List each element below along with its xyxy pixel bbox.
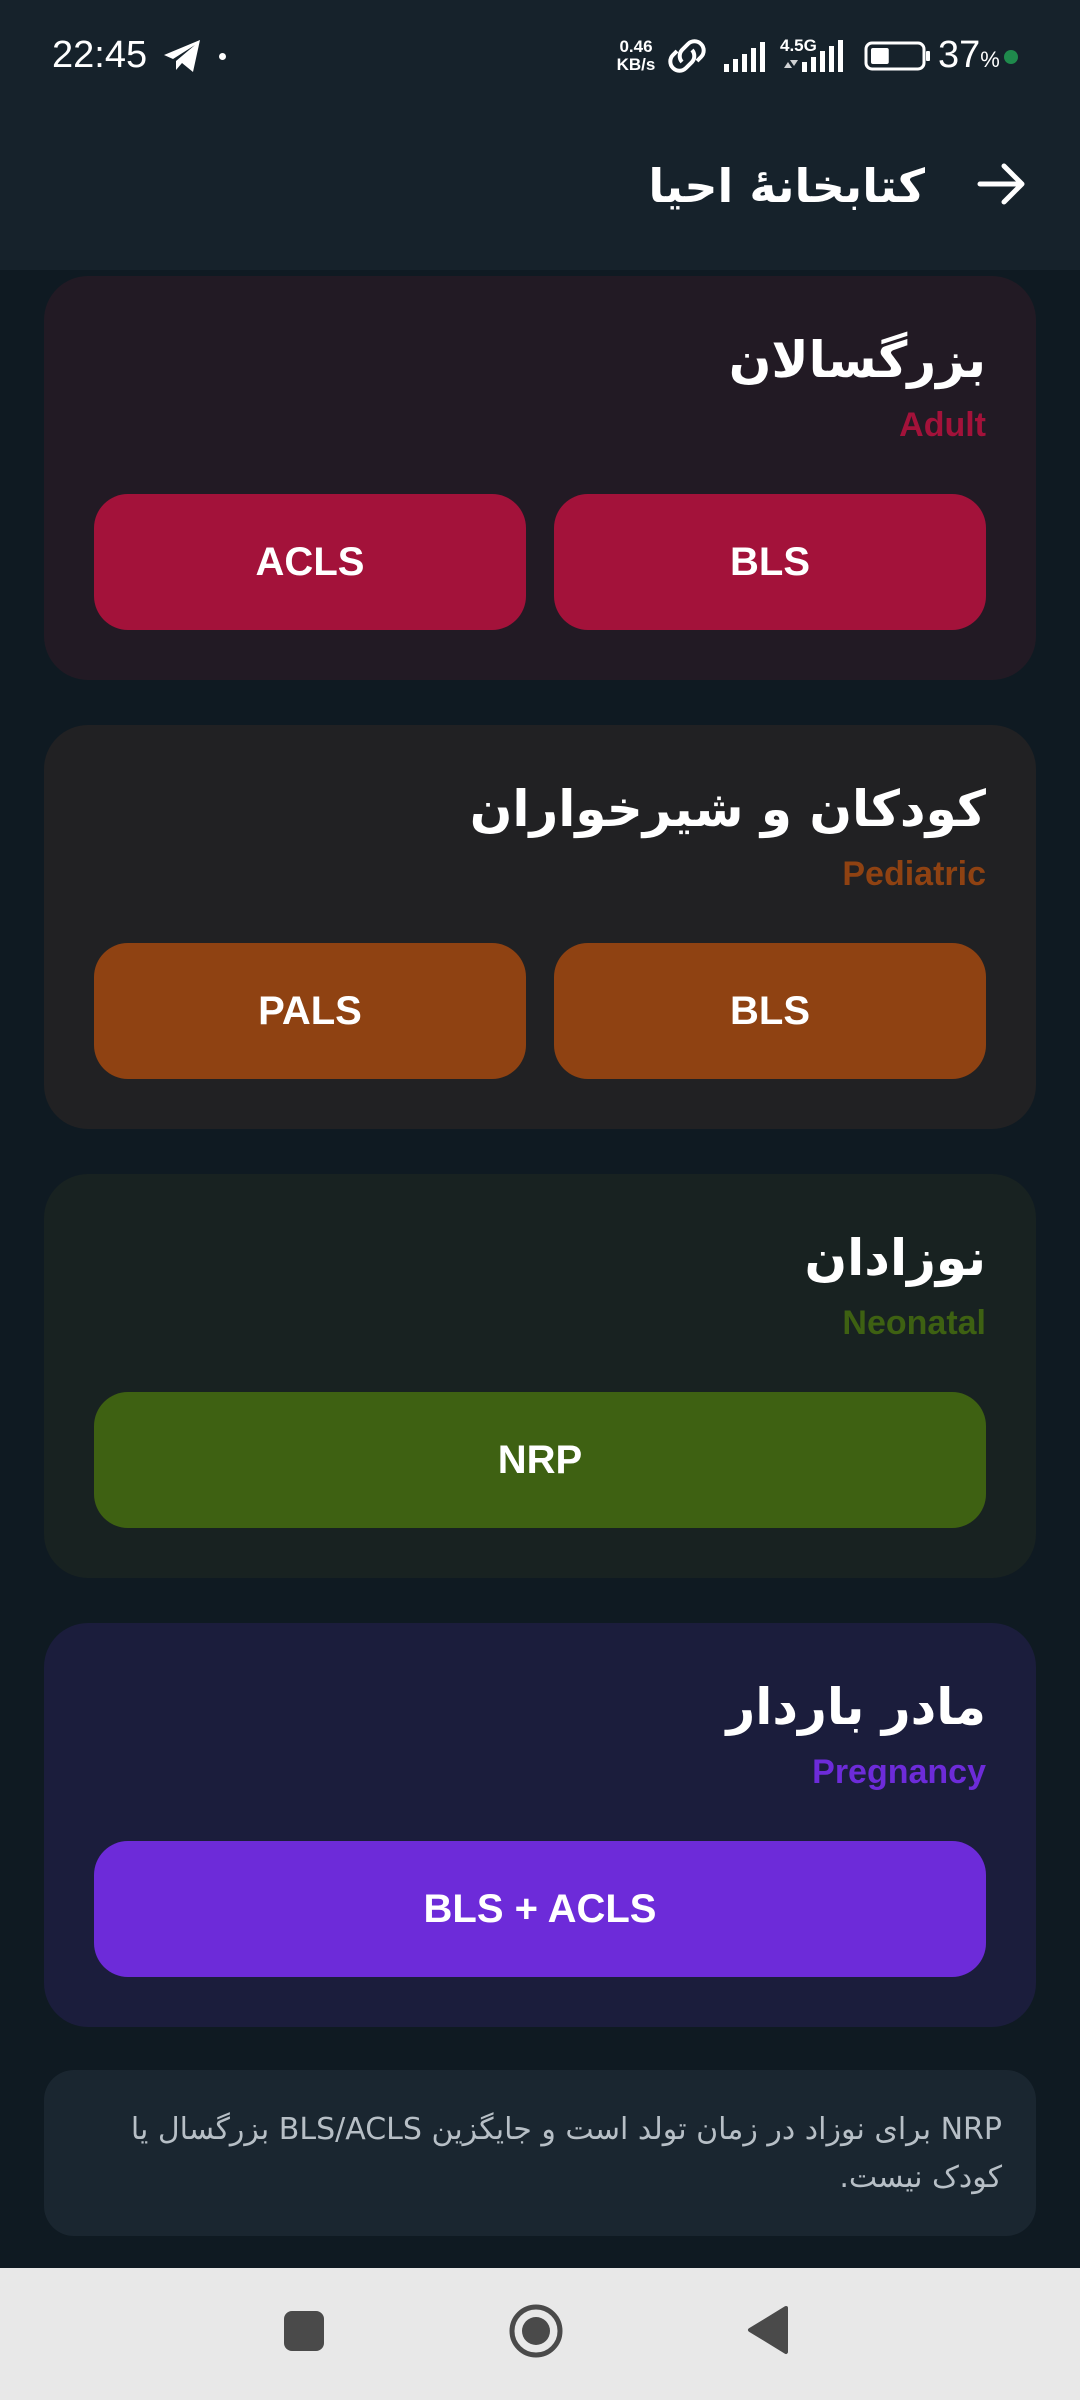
signal-icon: [724, 42, 765, 72]
section-card-pediatric: کودکان و شیرخواران Pediatric BLS PALS: [44, 725, 1036, 1129]
section-title: کودکان و شیرخواران: [469, 780, 986, 838]
network-speed-value: 0.46: [619, 37, 653, 56]
link-icon: [668, 39, 706, 73]
section-title: نوزادان: [804, 1229, 986, 1287]
section-title: بزرگسالان: [728, 331, 986, 389]
network-speed-unit: KB/s: [616, 55, 656, 74]
privacy-indicator-dot: [1004, 50, 1018, 64]
app-bar: کتابخانهٔ احیا: [0, 116, 1080, 270]
telegram-icon: [164, 40, 200, 72]
arrow-right-icon[interactable]: [974, 156, 1030, 212]
battery-fill: [871, 48, 889, 64]
section-card-neonatal: نوزادان Neonatal NRP: [44, 1174, 1036, 1578]
info-note: NRP برای نوزاد در زمان تولد است و جایگزی…: [44, 2070, 1036, 2236]
status-bar: 22:45 0.46 KB/s 4.5G 37%: [0, 0, 1080, 116]
info-note-text: NRP برای نوزاد در زمان تولد است و جایگزی…: [130, 2112, 1002, 2195]
section-subtitle: Adult: [899, 406, 986, 444]
battery-percent: 37%: [938, 34, 1000, 76]
back-triangle-icon[interactable]: [746, 2304, 790, 2356]
section-card-adult: بزرگسالان Adult BLS ACLS: [44, 276, 1036, 680]
signal-icon-2: [784, 40, 843, 72]
status-time: 22:45: [52, 34, 148, 76]
section-card-pregnancy: مادر باردار Pregnancy BLS + ACLS: [44, 1623, 1036, 2027]
battery-icon: [864, 41, 930, 71]
bls-acls-button[interactable]: BLS + ACLS: [94, 1841, 986, 1977]
acls-button[interactable]: ACLS: [94, 494, 526, 630]
network-speed: 0.46 KB/s: [612, 38, 660, 74]
bls-button[interactable]: BLS: [554, 494, 986, 630]
section-subtitle: Neonatal: [842, 1304, 986, 1342]
pals-button[interactable]: PALS: [94, 943, 526, 1079]
page-title: کتابخانهٔ احیا: [648, 159, 925, 213]
home-circle-icon[interactable]: [508, 2303, 564, 2359]
system-nav-bar: [0, 2268, 1080, 2400]
section-title: مادر باردار: [726, 1678, 987, 1736]
recents-square-icon[interactable]: [284, 2311, 324, 2351]
bls-button[interactable]: BLS: [554, 943, 986, 1079]
nrp-button[interactable]: NRP: [94, 1392, 986, 1528]
section-subtitle: Pediatric: [842, 855, 986, 893]
section-subtitle: Pregnancy: [812, 1753, 986, 1791]
notification-dot: [219, 53, 226, 60]
